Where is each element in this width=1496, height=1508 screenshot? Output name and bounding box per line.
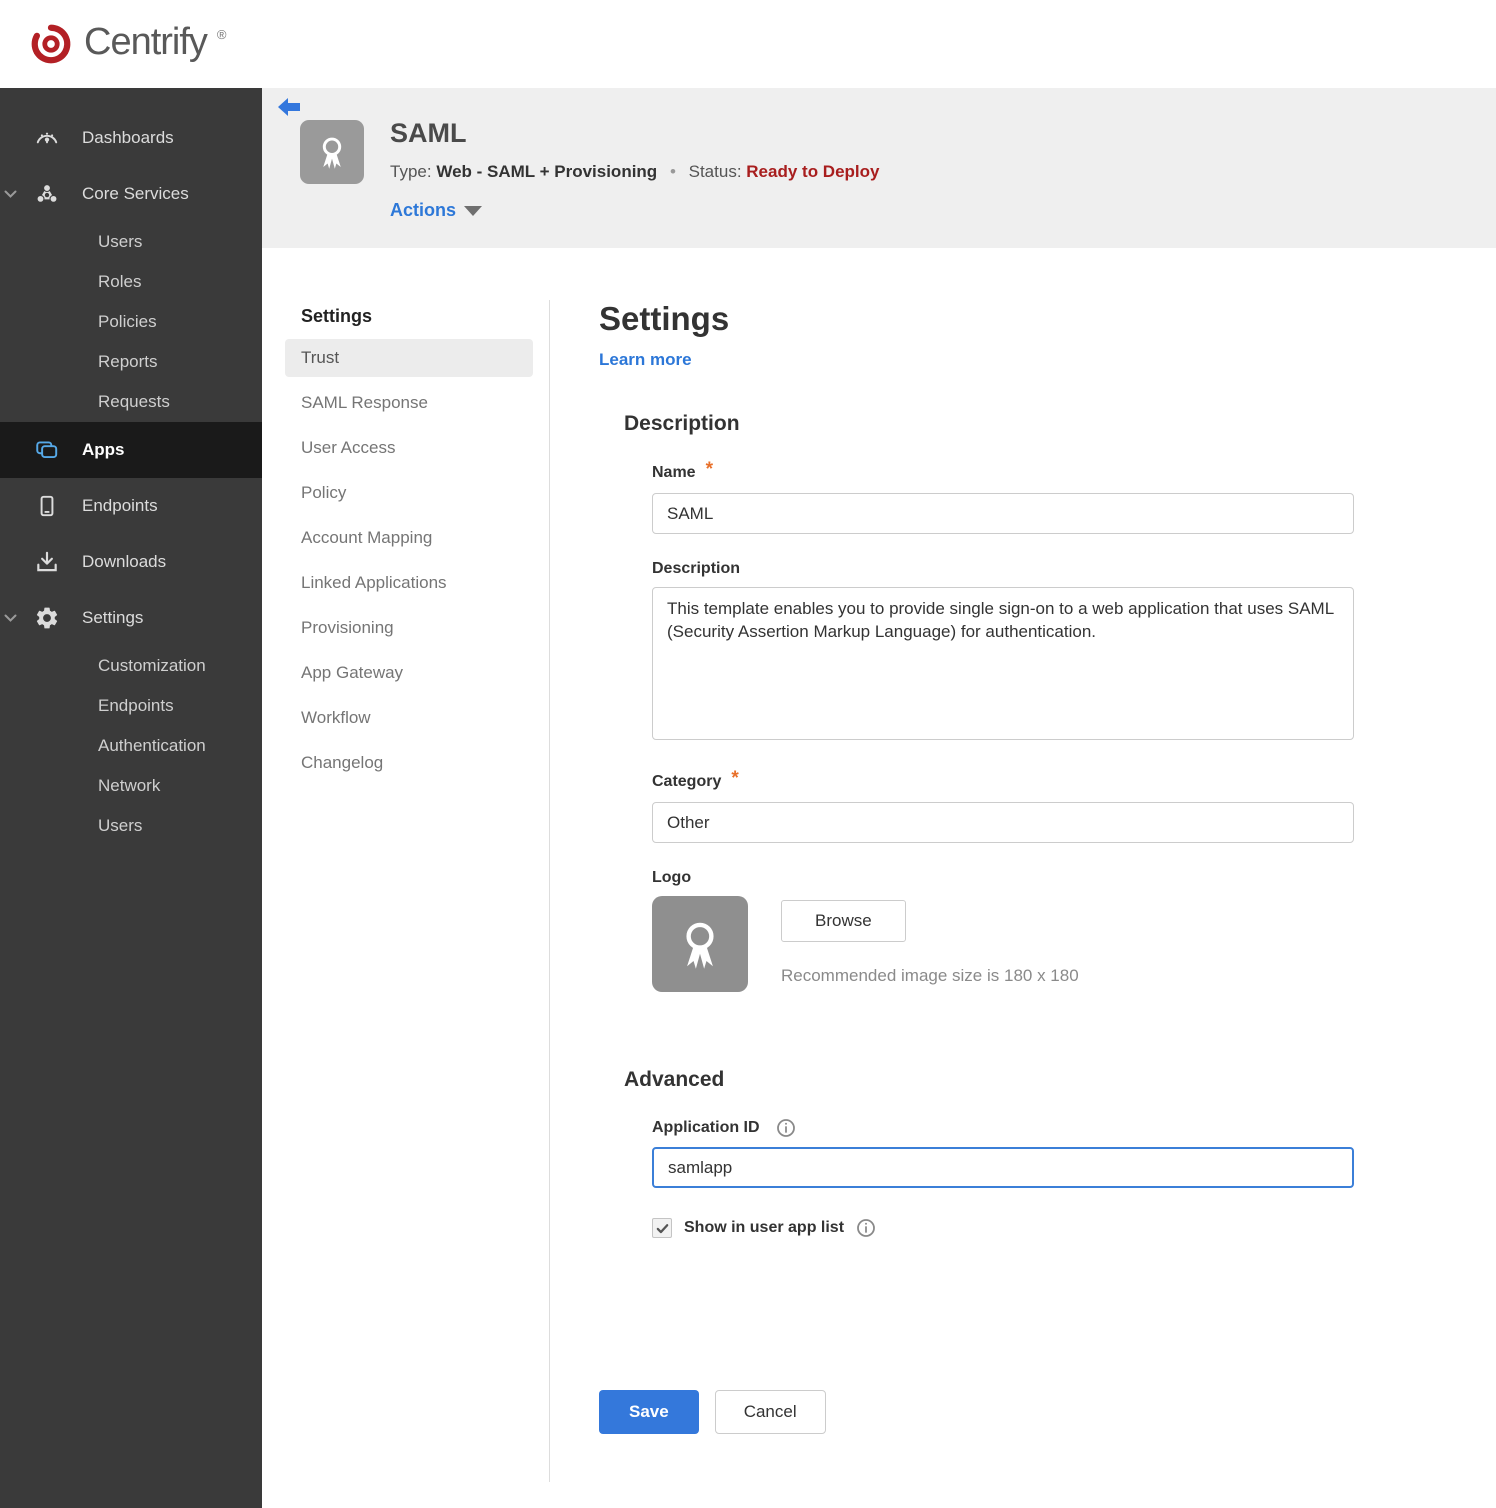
info-icon[interactable] <box>856 1218 876 1238</box>
logo-size-hint: Recommended image size is 180 x 180 <box>781 966 1079 985</box>
info-icon[interactable] <box>776 1118 796 1138</box>
sidebar-item-label: Apps <box>82 440 125 459</box>
subnav-item-user-access[interactable]: User Access <box>285 429 533 467</box>
required-marker: * <box>705 459 713 480</box>
sidebar-item-settings[interactable]: Settings <box>0 590 262 646</box>
app-banner: SAML Type: Web - SAML + Provisioning • S… <box>262 88 1496 248</box>
sidebar-item-customization[interactable]: Customization <box>0 646 262 686</box>
name-label: Name <box>652 464 696 481</box>
type-value: Web - SAML + Provisioning <box>436 162 658 181</box>
advanced-section-heading: Advanced <box>624 1068 725 1091</box>
brand: Centrify ® <box>28 21 227 67</box>
vertical-divider <box>549 300 550 1482</box>
subnav-item-account-mapping[interactable]: Account Mapping <box>285 519 533 557</box>
name-label-row: Name * <box>652 459 1357 484</box>
registered-mark: ® <box>216 27 227 42</box>
sidebar-item-apps[interactable]: Apps <box>0 422 262 478</box>
subnav-heading: Settings <box>301 306 373 326</box>
app-logo <box>300 120 364 184</box>
apps-icon <box>34 437 60 463</box>
app-subnav: Settings Trust SAML Response User Access… <box>285 300 533 1508</box>
subnav-item-saml-response[interactable]: SAML Response <box>285 384 533 422</box>
logo-label-row: Logo <box>652 869 1357 887</box>
sidebar-item-label: Dashboards <box>82 128 174 147</box>
actions-dropdown[interactable]: Actions <box>390 200 483 221</box>
description-label: Description <box>652 560 741 577</box>
actions-label: Actions <box>390 200 457 220</box>
sidebar-item-settings-users[interactable]: Users <box>0 806 262 846</box>
sidebar-item-settings-endpoints[interactable]: Endpoints <box>0 686 262 726</box>
main-area: SAML Type: Web - SAML + Provisioning • S… <box>262 88 1496 1508</box>
application-id-field[interactable] <box>652 1147 1354 1188</box>
logo-label: Logo <box>652 869 692 886</box>
learn-more-link[interactable]: Learn more <box>599 350 692 370</box>
sidebar-item-users[interactable]: Users <box>0 222 262 262</box>
brand-name: Centrify <box>84 21 208 63</box>
show-in-user-app-list-checkbox[interactable] <box>652 1218 672 1238</box>
subnav-item-policy[interactable]: Policy <box>285 474 533 512</box>
category-label-row: Category * <box>652 768 1357 793</box>
form-actions: Save Cancel <box>599 1390 1357 1434</box>
category-label: Category <box>652 773 722 790</box>
logo-preview <box>652 896 748 992</box>
description-section-heading: Description <box>624 412 740 435</box>
show-in-user-app-list-row: Show in user app list <box>652 1218 1357 1238</box>
gauge-icon <box>34 125 60 151</box>
meta-separator: • <box>669 162 676 181</box>
subnav-item-changelog[interactable]: Changelog <box>285 744 533 782</box>
sidebar-item-roles[interactable]: Roles <box>0 262 262 302</box>
subnav-item-provisioning[interactable]: Provisioning <box>285 609 533 647</box>
description-label-row: Description <box>652 560 1357 578</box>
page-title: Settings <box>599 300 730 337</box>
description-field[interactable]: This template enables you to provide sin… <box>652 587 1354 740</box>
sidebar-item-label: Core Services <box>82 184 189 203</box>
sidebar-item-label: Endpoints <box>82 496 158 515</box>
gear-icon <box>34 605 60 631</box>
category-field[interactable] <box>652 802 1354 843</box>
sidebar-item-core-services[interactable]: Core Services <box>0 166 262 222</box>
chevron-down-icon[interactable] <box>4 608 17 628</box>
sidebar: Dashboards Core Services Users Roles Pol… <box>0 88 262 1508</box>
required-marker: * <box>731 768 739 789</box>
name-field[interactable] <box>652 493 1354 534</box>
browse-button[interactable]: Browse <box>781 900 906 942</box>
sidebar-item-requests[interactable]: Requests <box>0 382 262 422</box>
caret-down-icon <box>464 205 483 216</box>
application-id-label: Application ID <box>652 1119 760 1136</box>
core-services-icon <box>34 181 60 207</box>
logo-row: Browse Recommended image size is 180 x 1… <box>652 896 1357 992</box>
subnav-item-trust[interactable]: Trust <box>285 339 533 377</box>
sidebar-item-authentication[interactable]: Authentication <box>0 726 262 766</box>
sidebar-item-endpoints[interactable]: Endpoints <box>0 478 262 534</box>
chevron-down-icon[interactable] <box>4 184 17 204</box>
centrify-logo-icon <box>28 21 74 67</box>
app-meta: Type: Web - SAML + Provisioning • Status… <box>390 162 879 182</box>
status-value: Ready to Deploy <box>746 162 880 181</box>
content: Settings Trust SAML Response User Access… <box>262 248 1496 1508</box>
phone-icon <box>34 493 60 519</box>
sidebar-item-label: Downloads <box>82 552 167 571</box>
subnav-item-linked-applications[interactable]: Linked Applications <box>285 564 533 602</box>
type-label: Type: <box>390 162 432 181</box>
sidebar-item-reports[interactable]: Reports <box>0 342 262 382</box>
sidebar-item-network[interactable]: Network <box>0 766 262 806</box>
status-label: Status: <box>688 162 742 181</box>
save-button[interactable]: Save <box>599 1390 699 1434</box>
application-id-label-row: Application ID <box>652 1118 1357 1138</box>
sidebar-item-downloads[interactable]: Downloads <box>0 534 262 590</box>
sidebar-item-policies[interactable]: Policies <box>0 302 262 342</box>
cancel-button[interactable]: Cancel <box>714 1390 826 1434</box>
settings-form: Settings Learn more Description Name * D… <box>599 300 1357 1508</box>
top-brand-bar: Centrify ® <box>0 0 1496 88</box>
sidebar-item-label: Settings <box>82 608 144 627</box>
subnav-item-workflow[interactable]: Workflow <box>285 699 533 737</box>
subnav-item-app-gateway[interactable]: App Gateway <box>285 654 533 692</box>
back-arrow-icon[interactable] <box>276 96 302 120</box>
sidebar-item-dashboards[interactable]: Dashboards <box>0 110 262 166</box>
download-icon <box>34 549 60 575</box>
app-title: SAML <box>390 118 467 148</box>
show-in-user-app-list-label: Show in user app list <box>684 1219 845 1236</box>
